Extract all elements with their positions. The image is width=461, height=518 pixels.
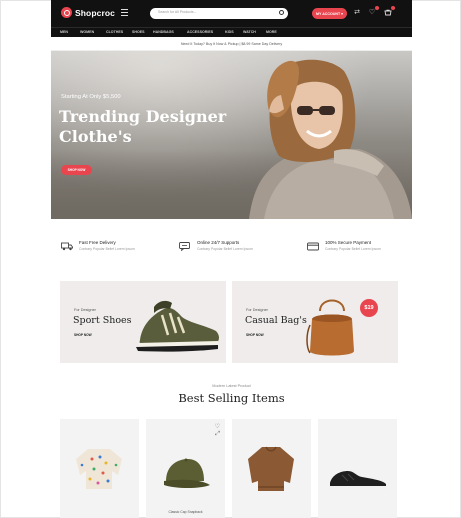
expand-icon[interactable]: ⤢	[215, 431, 220, 438]
section-title: Best Selling Items	[178, 391, 285, 405]
nav-item-women[interactable]: Women	[80, 30, 94, 34]
sneaker-promo-image	[136, 300, 219, 352]
promo-shop-link[interactable]: SHOP NOW	[246, 333, 264, 337]
truck-icon	[61, 242, 73, 252]
feature-support: Online 24/7 Supports Contrary Popular Be…	[179, 240, 253, 252]
feature-desc: Contrary Popular Belief Lorem Ipsum	[325, 247, 381, 251]
feature-desc: Contrary Popular Belief Lorem Ipsum	[197, 247, 253, 251]
feature-payment: 100% Secure Payment Contrary Popular Bel…	[307, 240, 381, 252]
nav-item-clothes[interactable]: Clothes	[106, 30, 123, 34]
feature-title: Fast Free Delivery	[79, 240, 116, 245]
bag-promo-image	[306, 299, 354, 356]
nav-item-shoes[interactable]: Shoes	[132, 30, 145, 34]
promo-sport-shoes[interactable]: For Designer Sport Shoes SHOP NOW	[60, 281, 226, 363]
promo-shop-link[interactable]: SHOP NOW	[74, 333, 92, 337]
price-badge: $19	[360, 299, 378, 317]
wishlist-icon[interactable]: ♡	[215, 423, 220, 430]
cart-icon[interactable]	[384, 6, 395, 17]
product-card[interactable]	[232, 419, 311, 518]
nav-item-more[interactable]: More	[266, 30, 277, 34]
sweater-image	[76, 449, 122, 489]
announcement-bar: Need It Today? Buy It Now & Pickup | $8.…	[51, 37, 412, 51]
my-account-button[interactable]: MY ACCOUNT ▾	[312, 8, 347, 19]
hero-banner: Starting At Only $5,500 Trending Designe…	[51, 51, 412, 219]
brown-sweater-image	[248, 446, 294, 491]
product-card[interactable]: ♡ ⤢ Classic Cap Snapback	[146, 419, 225, 518]
feature-title: Online 24/7 Supports	[197, 240, 240, 245]
promo-title: Sport Shoes	[73, 315, 132, 326]
hero-model-image	[249, 59, 412, 219]
nav-item-kids[interactable]: Kids	[225, 30, 234, 34]
product-name[interactable]: Classic Cap Snapback	[146, 510, 225, 514]
main-nav: Men Women Clothes Shoes Handbags Accesso…	[51, 27, 412, 37]
top-header: Shopcroc Search for All Products... MY A…	[51, 0, 412, 27]
logo[interactable]: Shopcroc	[61, 7, 115, 18]
search-input[interactable]: Search for All Products...	[150, 8, 288, 19]
logo-icon	[61, 7, 72, 18]
product-card[interactable]	[60, 419, 139, 518]
promo-eyebrow: For Designer	[246, 308, 268, 312]
hero-subtitle: Starting At Only $5,500	[61, 94, 121, 100]
section-eyebrow: Modern Latest Product	[212, 384, 251, 388]
search-icon[interactable]	[279, 10, 284, 15]
promo-casual-bags[interactable]: For Designer Casual Bag's SHOP NOW $19	[232, 281, 398, 363]
cap-image	[164, 458, 210, 488]
chat-icon	[179, 242, 191, 252]
feature-title: 100% Secure Payment	[325, 240, 372, 245]
promo-title: Casual Bag's	[245, 315, 307, 326]
shop-now-button[interactable]: SHOP NOW	[61, 165, 92, 175]
wishlist-icon[interactable]: ♡	[368, 6, 379, 17]
feature-desc: Contrary Popular Belief Lorem Ipsum	[79, 247, 135, 251]
wishlist-badge	[375, 6, 379, 10]
features-row: Fast Free Delivery Contrary Popular Beli…	[51, 240, 412, 262]
nav-item-handbags[interactable]: Handbags	[153, 30, 174, 34]
cart-badge	[391, 6, 395, 10]
menu-icon[interactable]	[121, 9, 128, 16]
feature-delivery: Fast Free Delivery Contrary Popular Beli…	[61, 240, 135, 252]
search-placeholder: Search for All Products...	[158, 10, 197, 14]
logo-text: Shopcroc	[75, 7, 116, 18]
nav-item-watch[interactable]: Watch	[243, 30, 256, 34]
nav-item-men[interactable]: Men	[60, 30, 68, 34]
sneaker-image	[329, 471, 387, 490]
product-card[interactable]	[318, 419, 397, 518]
nav-item-accessories[interactable]: Accessories	[187, 30, 213, 34]
compare-icon[interactable]: ⇄	[353, 9, 361, 17]
credit-card-icon	[307, 242, 319, 252]
hero-title: Trending Designer Clothe's	[59, 107, 227, 146]
promo-eyebrow: For Designer	[74, 308, 96, 312]
